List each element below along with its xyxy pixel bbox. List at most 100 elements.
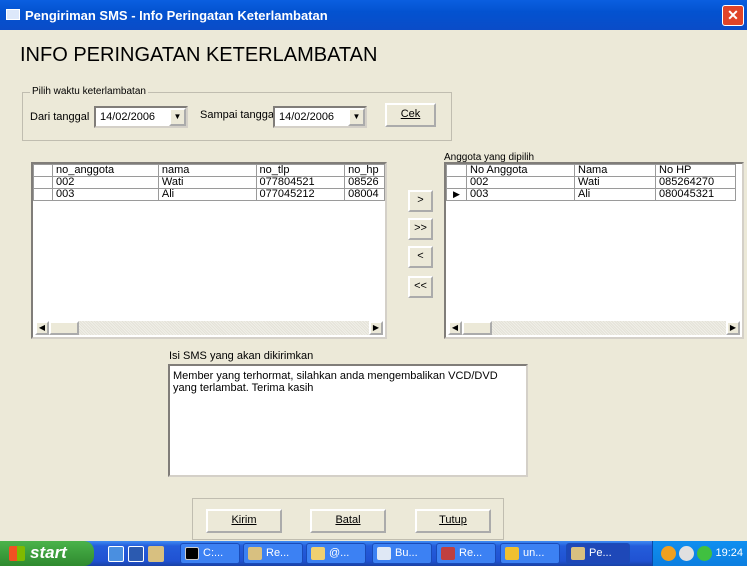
date-filter-group: Pilih waktu keterlambatan Dari tanggal 1… bbox=[22, 86, 452, 141]
window-title-bar: Pengiriman SMS - Info Peringatan Keterla… bbox=[0, 0, 747, 30]
chevron-down-icon[interactable]: ▼ bbox=[348, 108, 365, 126]
close-icon: ✕ bbox=[727, 7, 739, 23]
cancel-button[interactable]: Batal bbox=[310, 509, 386, 533]
table-cell[interactable]: 08004 bbox=[344, 188, 385, 201]
table-cell[interactable]: 085264270 bbox=[655, 176, 736, 189]
table-cell[interactable]: 002 bbox=[52, 176, 159, 189]
check-button-label: Cek bbox=[400, 108, 421, 120]
taskbar-item-un[interactable]: un... bbox=[500, 543, 560, 564]
table-row[interactable]: 002 Wati 085264270 bbox=[446, 176, 736, 189]
table-cell[interactable]: 08526 bbox=[344, 176, 385, 189]
tray-network-icon[interactable] bbox=[679, 546, 694, 561]
action-buttons-frame: Kirim Batal Tutup bbox=[192, 498, 504, 540]
row-selector[interactable] bbox=[32, 176, 54, 189]
table-cell[interactable]: 077804521 bbox=[255, 176, 346, 189]
table-row[interactable]: 003 Ali 077045212 08004 bbox=[32, 188, 385, 201]
windows-logo-icon bbox=[9, 546, 25, 561]
scroll-right-icon[interactable]: ▶ bbox=[369, 321, 383, 335]
start-button[interactable]: start bbox=[0, 541, 94, 566]
scroll-left-icon[interactable]: ◀ bbox=[448, 321, 462, 335]
to-date-value: 14/02/2006 bbox=[279, 111, 335, 123]
word-icon[interactable] bbox=[128, 546, 144, 562]
app-shortcut-icon[interactable] bbox=[148, 546, 164, 562]
table-header-row: no_anggota nama no_tlp no_hp bbox=[32, 164, 385, 177]
add-selected-button[interactable]: > bbox=[408, 190, 433, 212]
table-cell[interactable]: 003 bbox=[466, 188, 575, 201]
to-date-label: Sampai tanggal bbox=[200, 109, 277, 121]
cancel-button-label: Batal bbox=[335, 514, 361, 526]
table-header-row: No Anggota Nama No HP bbox=[446, 164, 736, 177]
table-cell[interactable]: 003 bbox=[52, 188, 159, 201]
window-title: Pengiriman SMS - Info Peringatan Keterla… bbox=[25, 8, 328, 23]
from-date-value: 14/02/2006 bbox=[100, 111, 156, 123]
scroll-thumb[interactable] bbox=[49, 321, 79, 335]
app-icon bbox=[441, 547, 455, 560]
selected-members-table: No Anggota Nama No HP 002 Wati 085264270… bbox=[446, 164, 736, 201]
members-grid[interactable]: no_anggota nama no_tlp no_hp 002 Wati 07… bbox=[31, 162, 387, 339]
table-cell[interactable]: Wati bbox=[157, 176, 257, 189]
table-row[interactable]: 002 Wati 077804521 08526 bbox=[32, 176, 385, 189]
scroll-left-icon[interactable]: ◀ bbox=[35, 321, 49, 335]
message-textarea[interactable]: Member yang terhormat, silahkan anda men… bbox=[168, 364, 528, 477]
close-window-button[interactable]: ✕ bbox=[722, 5, 744, 26]
clock: 19:24 bbox=[715, 547, 743, 559]
tray-shield-icon[interactable] bbox=[661, 546, 676, 561]
check-button[interactable]: Cek bbox=[385, 103, 436, 127]
date-filter-legend: Pilih waktu keterlambatan bbox=[30, 86, 148, 97]
app-icon bbox=[248, 547, 262, 560]
send-button-label: Kirim bbox=[231, 514, 257, 526]
start-label: start bbox=[30, 543, 67, 562]
internet-explorer-icon[interactable] bbox=[108, 546, 124, 562]
column-header[interactable]: nama bbox=[157, 164, 257, 177]
table-cell[interactable]: 080045321 bbox=[655, 188, 736, 201]
column-header[interactable]: no_hp bbox=[344, 164, 385, 177]
send-button[interactable]: Kirim bbox=[206, 509, 282, 533]
row-selector[interactable] bbox=[32, 188, 54, 201]
scroll-thumb[interactable] bbox=[462, 321, 492, 335]
taskbar-item-pe[interactable]: Pe... bbox=[566, 543, 630, 564]
column-header[interactable]: No HP bbox=[655, 164, 736, 177]
document-icon bbox=[377, 547, 391, 560]
column-header[interactable]: no_anggota bbox=[52, 164, 159, 177]
page-heading: INFO PERINGATAN KETERLAMBATAN bbox=[20, 44, 378, 66]
column-header[interactable]: No Anggota bbox=[466, 164, 575, 177]
command-prompt-icon bbox=[185, 547, 199, 560]
horizontal-scrollbar[interactable]: ◀ ▶ bbox=[35, 321, 383, 335]
taskbar-item-re-1[interactable]: Re... bbox=[243, 543, 303, 564]
system-tray: 19:24 bbox=[652, 541, 747, 566]
taskbar-item-cmd[interactable]: C:... bbox=[180, 543, 240, 564]
close-button[interactable]: Tutup bbox=[415, 509, 491, 533]
scroll-right-icon[interactable]: ▶ bbox=[726, 321, 740, 335]
table-cell[interactable]: 002 bbox=[466, 176, 575, 189]
row-selector[interactable] bbox=[446, 176, 467, 189]
members-table: no_anggota nama no_tlp no_hp 002 Wati 07… bbox=[32, 164, 385, 201]
table-cell[interactable]: Ali bbox=[574, 188, 656, 201]
table-cell[interactable]: Ali bbox=[157, 188, 257, 201]
taskbar-item-re-2[interactable]: Re... bbox=[436, 543, 496, 564]
add-all-button[interactable]: >> bbox=[408, 218, 433, 240]
horizontal-scrollbar[interactable]: ◀ ▶ bbox=[448, 321, 740, 335]
close-button-label: Tutup bbox=[439, 514, 467, 526]
table-cell[interactable]: 077045212 bbox=[255, 188, 346, 201]
remove-selected-button[interactable]: < bbox=[408, 246, 433, 268]
selected-members-grid[interactable]: No Anggota Nama No HP 002 Wati 085264270… bbox=[444, 162, 744, 339]
column-header[interactable]: Nama bbox=[574, 164, 656, 177]
current-row-icon[interactable]: ▶ bbox=[446, 188, 467, 201]
table-cell[interactable]: Wati bbox=[574, 176, 656, 189]
column-header[interactable]: no_tlp bbox=[255, 164, 346, 177]
table-row[interactable]: ▶ 003 Ali 080045321 bbox=[446, 188, 736, 201]
folder-icon bbox=[311, 547, 325, 560]
from-date-picker[interactable]: 14/02/2006 ▼ bbox=[94, 106, 188, 128]
taskbar-item-folder[interactable]: @... bbox=[306, 543, 366, 564]
chevron-down-icon[interactable]: ▼ bbox=[169, 108, 186, 126]
tray-app-icon[interactable] bbox=[697, 546, 712, 561]
taskbar: start C:... Re... @... Bu... Re... un...… bbox=[0, 541, 747, 566]
taskbar-item-bu[interactable]: Bu... bbox=[372, 543, 432, 564]
app-icon bbox=[571, 547, 585, 560]
from-date-label: Dari tanggal bbox=[30, 111, 90, 123]
app-icon bbox=[505, 547, 519, 560]
app-icon bbox=[6, 9, 20, 20]
remove-all-button[interactable]: << bbox=[408, 276, 433, 298]
message-label: Isi SMS yang akan dikirimkan bbox=[169, 350, 314, 362]
to-date-picker[interactable]: 14/02/2006 ▼ bbox=[273, 106, 367, 128]
